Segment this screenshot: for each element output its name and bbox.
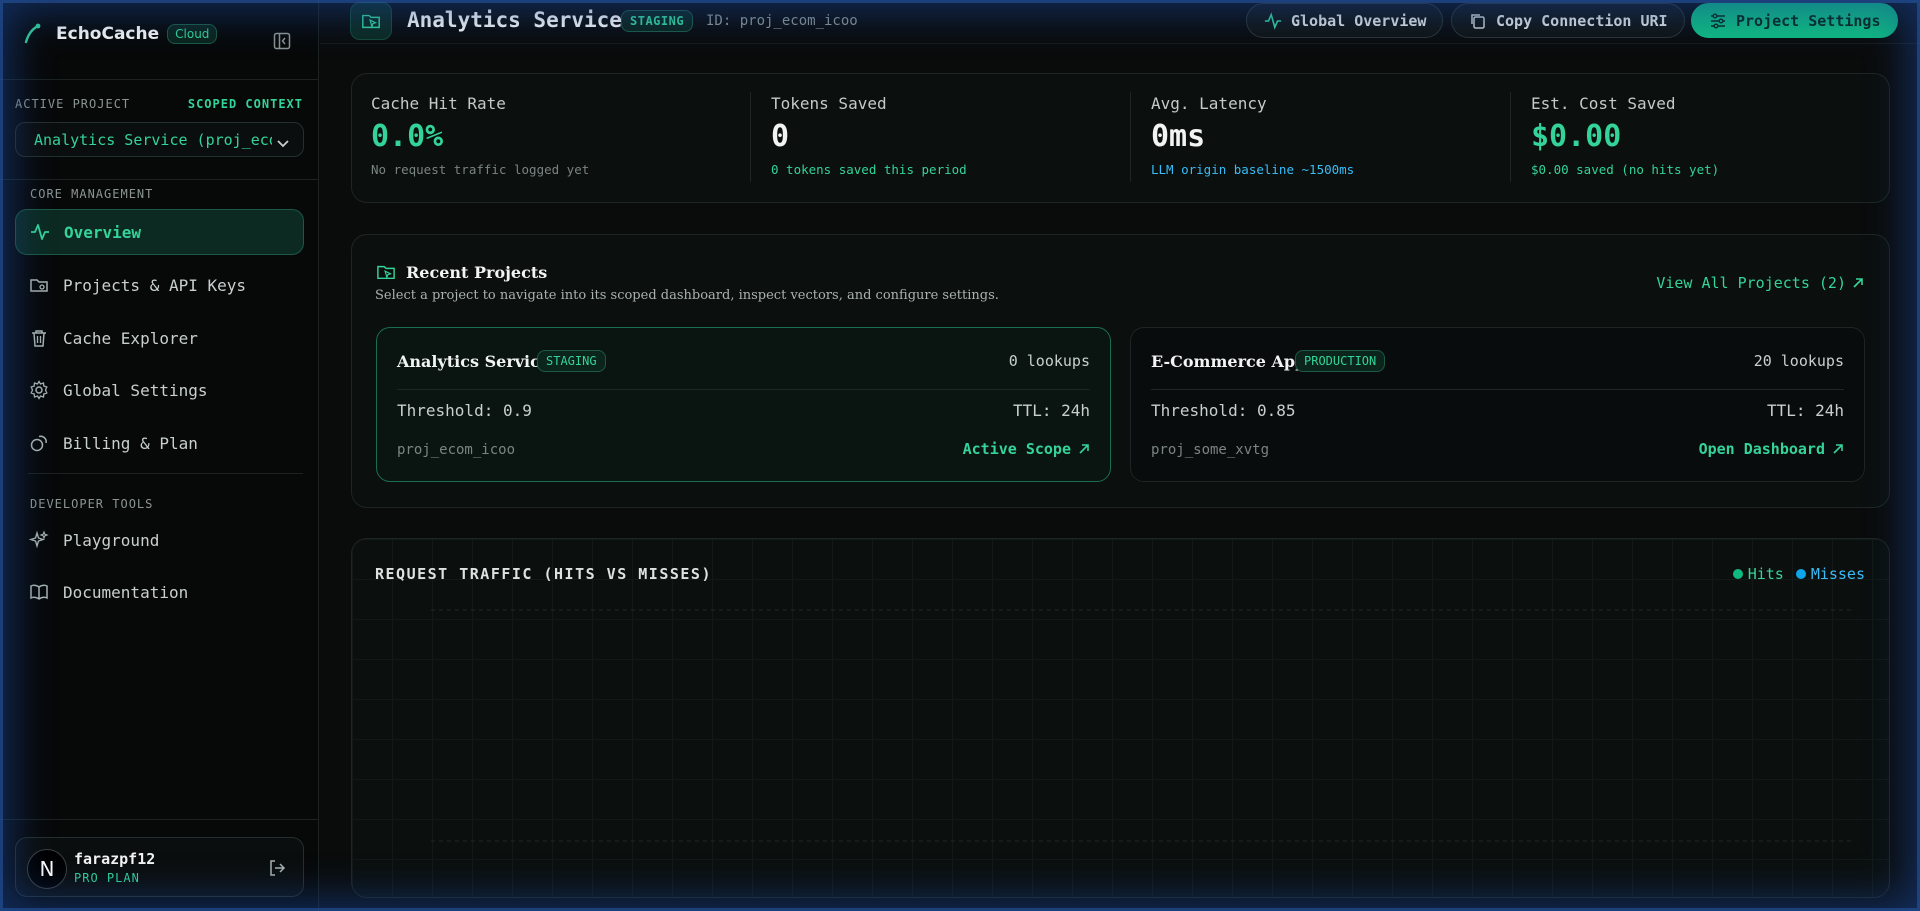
recent-projects-subtitle: Select a project to navigate into its sc… [375, 288, 999, 303]
project-card-divider [397, 389, 1090, 390]
project-card-id: proj_ecom_icoo [397, 442, 516, 458]
logout-icon[interactable] [267, 858, 287, 878]
stat-value: 0.0% [371, 119, 444, 154]
avatar[interactable]: N [27, 849, 67, 889]
recent-projects-title: Recent Projects [406, 263, 548, 282]
project-settings-button[interactable]: Project Settings [1691, 3, 1898, 38]
project-card-ecommerce-app[interactable]: E-Commerce App PRODUCTION 20 lookups Thr… [1130, 327, 1865, 482]
sidebar-item-overview[interactable]: Overview [15, 209, 304, 255]
arrow-up-right-icon [1832, 443, 1844, 455]
plan-badge: Cloud [167, 24, 218, 44]
project-card-id: proj_some_xvtg [1151, 442, 1270, 458]
folder-key-icon [29, 275, 49, 295]
developer-tools-label: DEVELOPER TOOLS [30, 497, 154, 511]
brand[interactable]: EchoCache Cloud [22, 23, 218, 44]
folder-cursor-icon [376, 262, 396, 282]
sliders-icon [1708, 11, 1728, 31]
activity-icon [1263, 11, 1283, 31]
copy-icon [1468, 11, 1488, 31]
project-card-threshold: Threshold: 0.85 [1151, 401, 1296, 420]
stat-subtext: No request traffic logged yet [371, 162, 590, 177]
chevron-down-icon [273, 133, 293, 153]
folder-cursor-icon [361, 11, 381, 31]
echocache-logo-icon [22, 23, 42, 44]
project-icon-box [350, 2, 392, 40]
project-select-value: Analytics Service (proj_ecom_icoo) [34, 130, 272, 149]
stat-cache-hit-rate: Cache Hit Rate 0.0% No request traffic l… [371, 94, 589, 177]
active-project-label: ACTIVE PROJECT [15, 97, 131, 111]
book-icon [29, 582, 49, 602]
global-overview-button[interactable]: Global Overview [1246, 3, 1444, 38]
stat-value: $0.00 [1531, 119, 1622, 154]
open-dashboard-link[interactable]: Open Dashboard [1699, 440, 1844, 458]
sidebar-item-billing[interactable]: Billing & Plan [15, 420, 304, 466]
project-card-ttl: TTL: 24h [1012, 401, 1090, 420]
app-name: EchoCache [56, 24, 160, 44]
user-plan: PRO PLAN [74, 871, 140, 885]
sidebar-item-playground[interactable]: Playground [15, 517, 304, 563]
stat-subtext: LLM origin baseline ~1500ms [1151, 162, 1355, 177]
stat-value: 0 [771, 119, 790, 154]
stat-subtext: $0.00 saved (no hits yet) [1531, 162, 1720, 177]
stat-value: 0ms [1151, 119, 1206, 154]
stat-avg-latency: Avg. Latency 0ms LLM origin baseline ~15… [1151, 94, 1354, 177]
view-all-projects-link[interactable]: View All Projects (2) [1656, 274, 1864, 292]
sidebar-divider [28, 473, 303, 474]
stat-divider [1130, 92, 1131, 182]
stat-tokens-saved: Tokens Saved 0 0 tokens saved this perio… [771, 94, 967, 177]
project-card-name: Analytics Service [397, 352, 551, 371]
stat-title: Est. Cost Saved [1531, 94, 1676, 113]
project-card-lookups: 0 lookups [1008, 352, 1090, 370]
scoped-context-label: SCOPED CONTEXT [187, 97, 303, 111]
page-title: Analytics Service [407, 8, 622, 32]
stat-divider [1510, 92, 1511, 182]
project-card-env-badge: STAGING [537, 350, 606, 372]
sparkles-icon [29, 530, 49, 550]
collapse-sidebar-button[interactable] [270, 29, 294, 53]
sidebar-divider [0, 179, 319, 180]
sidebar-item-global-settings[interactable]: Global Settings [15, 367, 304, 413]
sidebar-divider [0, 819, 319, 820]
user-name: farazpf12 [74, 850, 156, 868]
project-card-env-badge: PRODUCTION [1295, 350, 1386, 372]
trash-icon [29, 328, 49, 348]
stat-subtext: 0 tokens saved this period [771, 162, 967, 177]
stat-title: Avg. Latency [1151, 94, 1267, 113]
gear-icon [29, 380, 49, 400]
project-card-name: E-Commerce App [1151, 352, 1307, 371]
project-card-lookups: 20 lookups [1753, 352, 1844, 370]
core-management-label: CORE MANAGEMENT [30, 187, 154, 201]
sidebar-item-documentation[interactable]: Documentation [15, 569, 304, 615]
project-card-analytics-service[interactable]: Analytics Service STAGING 0 lookups Thre… [376, 327, 1111, 482]
stat-title: Cache Hit Rate [371, 94, 506, 113]
stat-divider [750, 92, 751, 182]
project-card-threshold: Threshold: 0.9 [397, 401, 532, 420]
active-scope-link[interactable]: Active Scope [963, 440, 1090, 458]
sidebar-divider [0, 79, 319, 80]
panel-left-close-icon [272, 31, 292, 51]
arrow-up-right-icon [1078, 443, 1090, 455]
project-select[interactable]: Analytics Service (proj_ecom_icoo) [15, 122, 304, 157]
project-card-ttl: TTL: 24h [1766, 401, 1844, 420]
traffic-chart-area [431, 609, 1851, 842]
project-card-divider [1151, 389, 1844, 390]
coins-icon [29, 433, 49, 453]
project-id: ID: proj_ecom_icoo [706, 13, 858, 29]
copy-connection-uri-button[interactable]: Copy Connection URI [1451, 3, 1685, 38]
env-badge: STAGING [621, 10, 694, 32]
arrow-up-right-icon [1852, 277, 1864, 289]
activity-icon [30, 222, 50, 242]
sidebar-item-projects[interactable]: Projects & API Keys [15, 262, 304, 308]
sidebar: EchoCache Cloud ACTIVE PROJECT SCOPED CO… [0, 0, 319, 911]
stat-title: Tokens Saved [771, 94, 887, 113]
sidebar-item-cache-explorer[interactable]: Cache Explorer [15, 315, 304, 361]
user-card: N farazpf12 PRO PLAN [15, 837, 304, 897]
stat-est-cost-saved: Est. Cost Saved $0.00 $0.00 saved (no hi… [1531, 94, 1719, 177]
